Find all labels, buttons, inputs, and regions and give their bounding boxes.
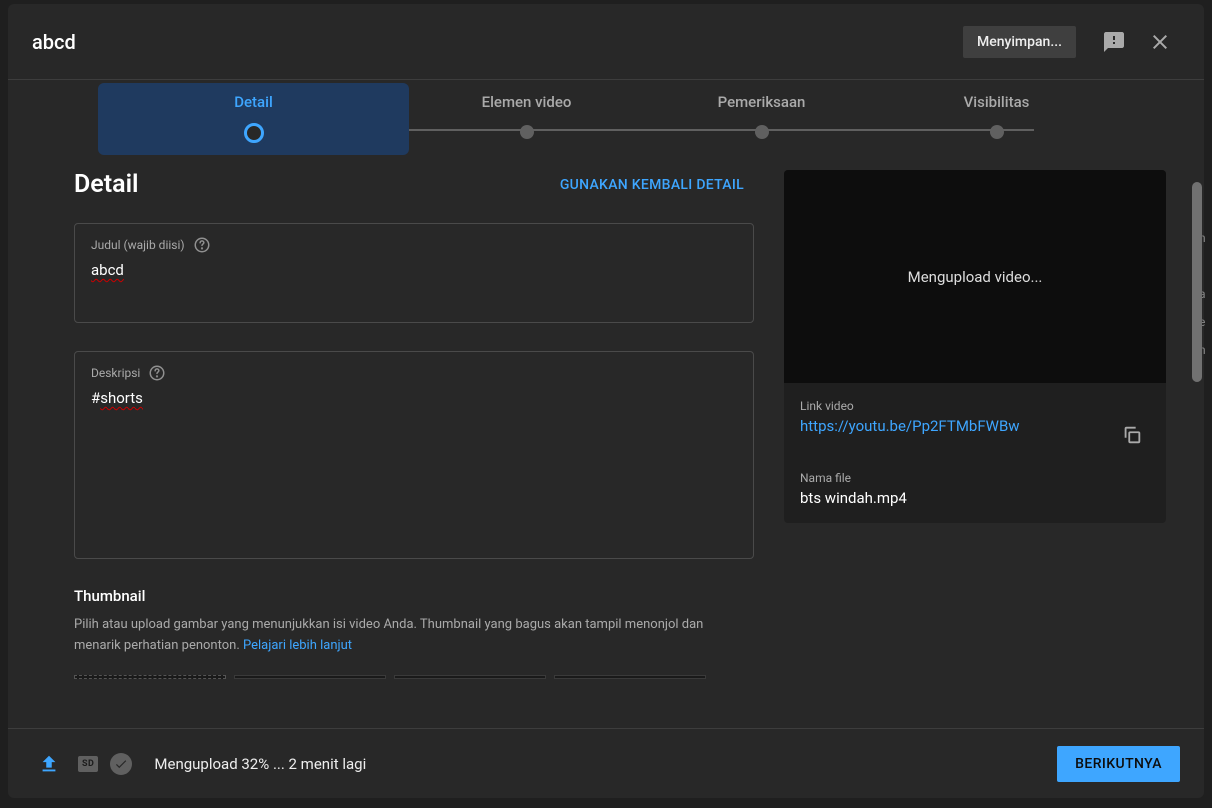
step-label: Visibilitas [964,93,1030,111]
step-dot-icon [244,123,264,143]
file-name-label: Nama file [800,471,1150,485]
description-value: #shorts [91,388,737,409]
learn-more-link[interactable]: Pelajari lebih lanjut [243,638,352,653]
scrollbar[interactable] [1192,182,1202,726]
step-dot-icon [520,125,534,139]
video-link[interactable]: https://youtu.be/Pp2FTMbFWBw [800,417,1020,435]
step-label: Elemen video [482,93,572,111]
step-dot-icon [990,125,1004,139]
check-icon [110,753,132,775]
step-label: Detail [234,93,273,111]
description-input[interactable]: Deskripsi #shorts [74,351,754,559]
close-icon[interactable] [1140,22,1180,62]
dialog-footer: SD Mengupload 32% ... 2 menit lagi BERIK… [8,728,1204,798]
video-preview: Mengupload video... [784,170,1166,383]
step-dot-icon [755,125,769,139]
reuse-details-button[interactable]: GUNAKAN KEMBALI DETAIL [560,177,744,193]
file-name-value: bts windah.mp4 [800,489,1150,507]
thumbnail-option[interactable] [554,675,706,679]
video-title: abcd [32,30,963,54]
upload-icon [32,747,66,781]
description-field-label: Deskripsi [91,366,140,380]
next-button[interactable]: BERIKUTNYA [1057,746,1180,782]
copy-link-button[interactable] [1114,417,1150,453]
thumbnail-heading: Thumbnail [74,587,754,605]
thumbnail-option[interactable] [394,675,546,679]
step-video-elements[interactable]: Elemen video [409,93,644,139]
help-icon[interactable] [148,364,166,382]
step-label: Pemeriksaan [718,93,806,111]
video-preview-panel: Mengupload video... Link video https://y… [784,170,1166,523]
thumbnail-description: Pilih atau upload gambar yang menunjukka… [74,615,714,657]
section-title-detail: Detail [74,170,139,199]
step-visibility[interactable]: Visibilitas [879,93,1114,139]
upload-stepper: Detail Elemen video Pemeriksaan Visibili… [8,80,1204,160]
title-value: abcd [91,260,737,281]
title-field-label: Judul (wajib diisi) [91,238,185,252]
upload-status-text: Mengupload video... [908,268,1043,286]
video-link-label: Link video [800,399,1150,413]
step-checks[interactable]: Pemeriksaan [644,93,879,139]
upload-progress-text: Mengupload 32% ... 2 menit lagi [154,755,366,773]
step-detail[interactable]: Detail [98,83,409,155]
help-icon[interactable] [193,236,211,254]
scrollbar-thumb[interactable] [1192,182,1202,382]
thumbnail-option[interactable] [234,675,386,679]
title-input[interactable]: Judul (wajib diisi) abcd [74,223,754,323]
feedback-icon[interactable] [1094,22,1134,62]
dialog-header: abcd Menyimpan... [8,4,1204,80]
thumbnail-upload-slot[interactable] [74,675,226,679]
sd-quality-badge: SD [78,756,98,772]
saving-badge: Menyimpan... [963,26,1076,58]
